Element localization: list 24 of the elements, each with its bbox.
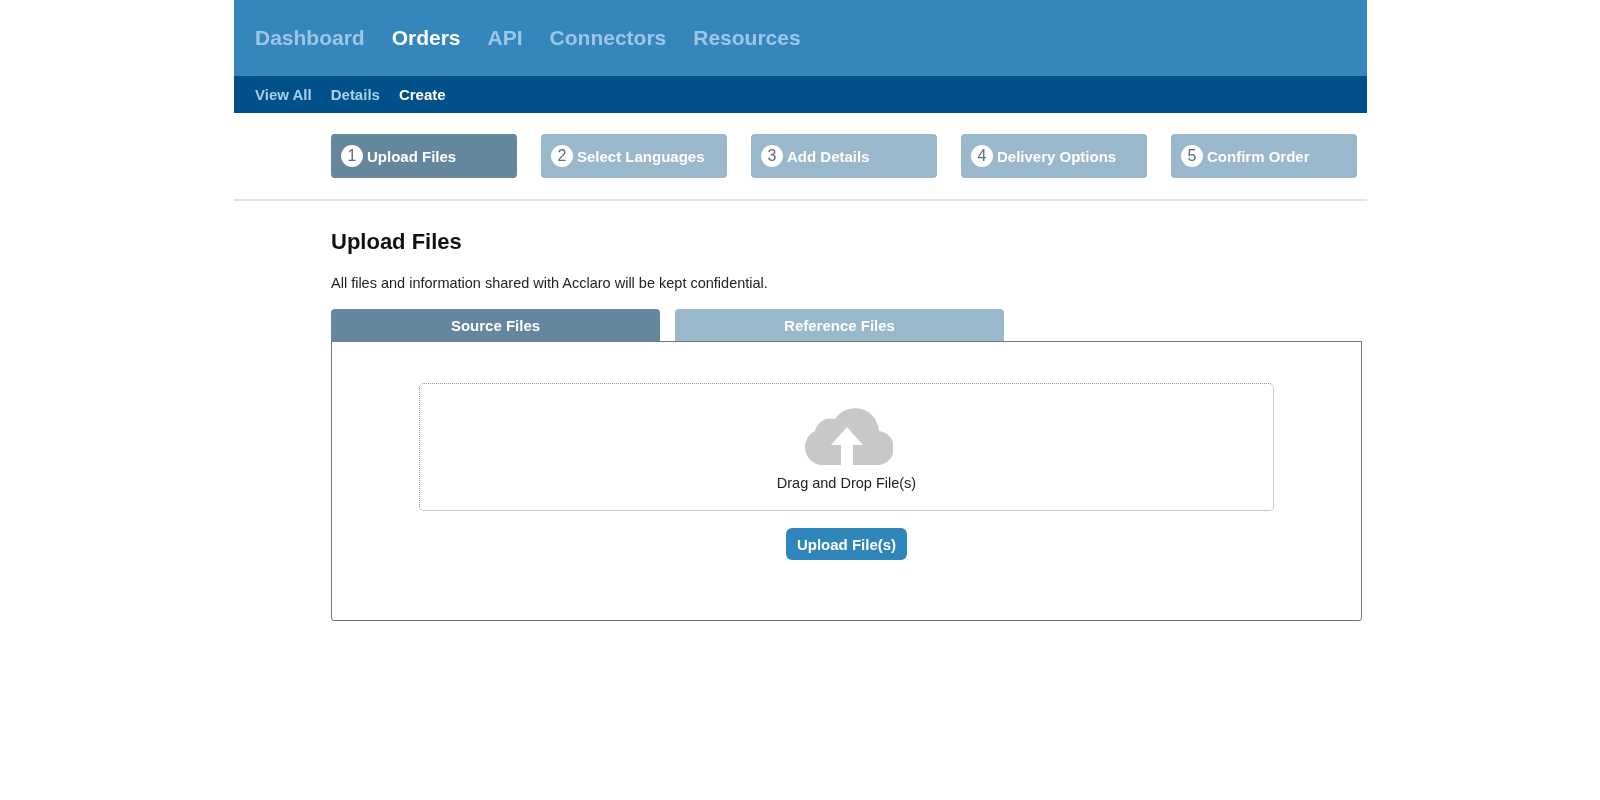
step-number: 3 bbox=[761, 145, 783, 167]
step-number: 5 bbox=[1181, 145, 1203, 167]
step-label: Add Details bbox=[787, 147, 870, 165]
confidentiality-notice: All files and information shared with Acclaro will be kept confidential. bbox=[331, 275, 769, 291]
step-number: 2 bbox=[551, 145, 573, 167]
step-label: Upload Files bbox=[367, 147, 457, 165]
sub-nav-link[interactable]: View All bbox=[255, 86, 312, 103]
step-tab[interactable]: 4 Delivery Options bbox=[961, 134, 1147, 178]
page-title: Upload Files bbox=[331, 229, 463, 255]
step-label: Delivery Options bbox=[997, 147, 1117, 165]
step-tab[interactable]: 1 Upload Files bbox=[331, 134, 517, 178]
step-tab[interactable]: 5 Confirm Order bbox=[1171, 134, 1357, 178]
step-tab[interactable]: 3 Add Details bbox=[751, 134, 937, 178]
step-label: Select Languages bbox=[577, 147, 705, 165]
nav-link[interactable]: Orders bbox=[391, 26, 461, 50]
step-tab[interactable]: 2 Select Languages bbox=[541, 134, 727, 178]
sub-nav-link[interactable]: Details bbox=[330, 86, 380, 103]
file-tab[interactable]: Source Files bbox=[331, 309, 660, 341]
step-number: 1 bbox=[341, 145, 363, 167]
upload-button[interactable]: Upload File(s) bbox=[785, 528, 908, 560]
step-number: 4 bbox=[971, 145, 993, 167]
step-label: Confirm Order bbox=[1207, 147, 1310, 165]
dropzone-label: Drag and Drop File(s) bbox=[776, 475, 917, 491]
sub-nav-link[interactable]: Create bbox=[398, 86, 446, 103]
